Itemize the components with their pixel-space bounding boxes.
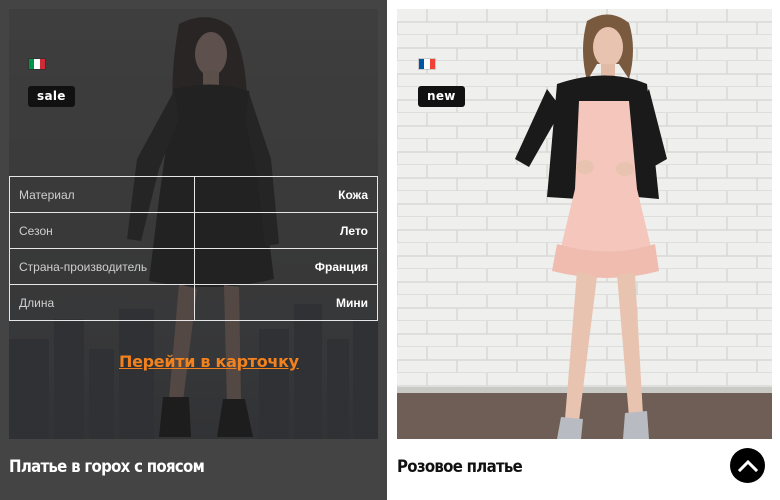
spec-row: Материал Кожа <box>9 176 378 213</box>
go-to-card-link[interactable]: Перейти в карточку <box>119 352 299 371</box>
spec-label: Сезон <box>9 212 195 249</box>
france-flag-icon <box>418 58 436 70</box>
spec-value: Франция <box>194 248 378 285</box>
scroll-to-top-button[interactable] <box>730 448 765 483</box>
product-photo-illustration <box>397 9 772 439</box>
spec-label: Длина <box>9 284 195 321</box>
product-card-1[interactable]: sale Материал Кожа Сезон Лето Страна-про… <box>0 0 387 500</box>
italy-flag-icon <box>28 58 46 70</box>
specs-table: Материал Кожа Сезон Лето Страна-производ… <box>9 176 378 321</box>
spec-row: Сезон Лето <box>9 212 378 249</box>
spec-value: Кожа <box>194 176 378 213</box>
sale-badge: sale <box>28 86 75 107</box>
spec-label: Материал <box>9 176 195 213</box>
spec-row: Длина Мини <box>9 284 378 321</box>
chevron-up-icon <box>737 459 758 472</box>
product-card-2[interactable]: new Розовое платье <box>387 0 780 500</box>
spec-row: Страна-производитель Франция <box>9 248 378 285</box>
product-image-2[interactable] <box>397 9 772 439</box>
spec-value: Лето <box>194 212 378 249</box>
new-badge: new <box>418 86 465 107</box>
spec-value: Мини <box>194 284 378 321</box>
product-title-2[interactable]: Розовое платье <box>397 457 523 477</box>
product-title-1[interactable]: Платье в горох с поясом <box>9 457 205 477</box>
spec-label: Страна-производитель <box>9 248 195 285</box>
